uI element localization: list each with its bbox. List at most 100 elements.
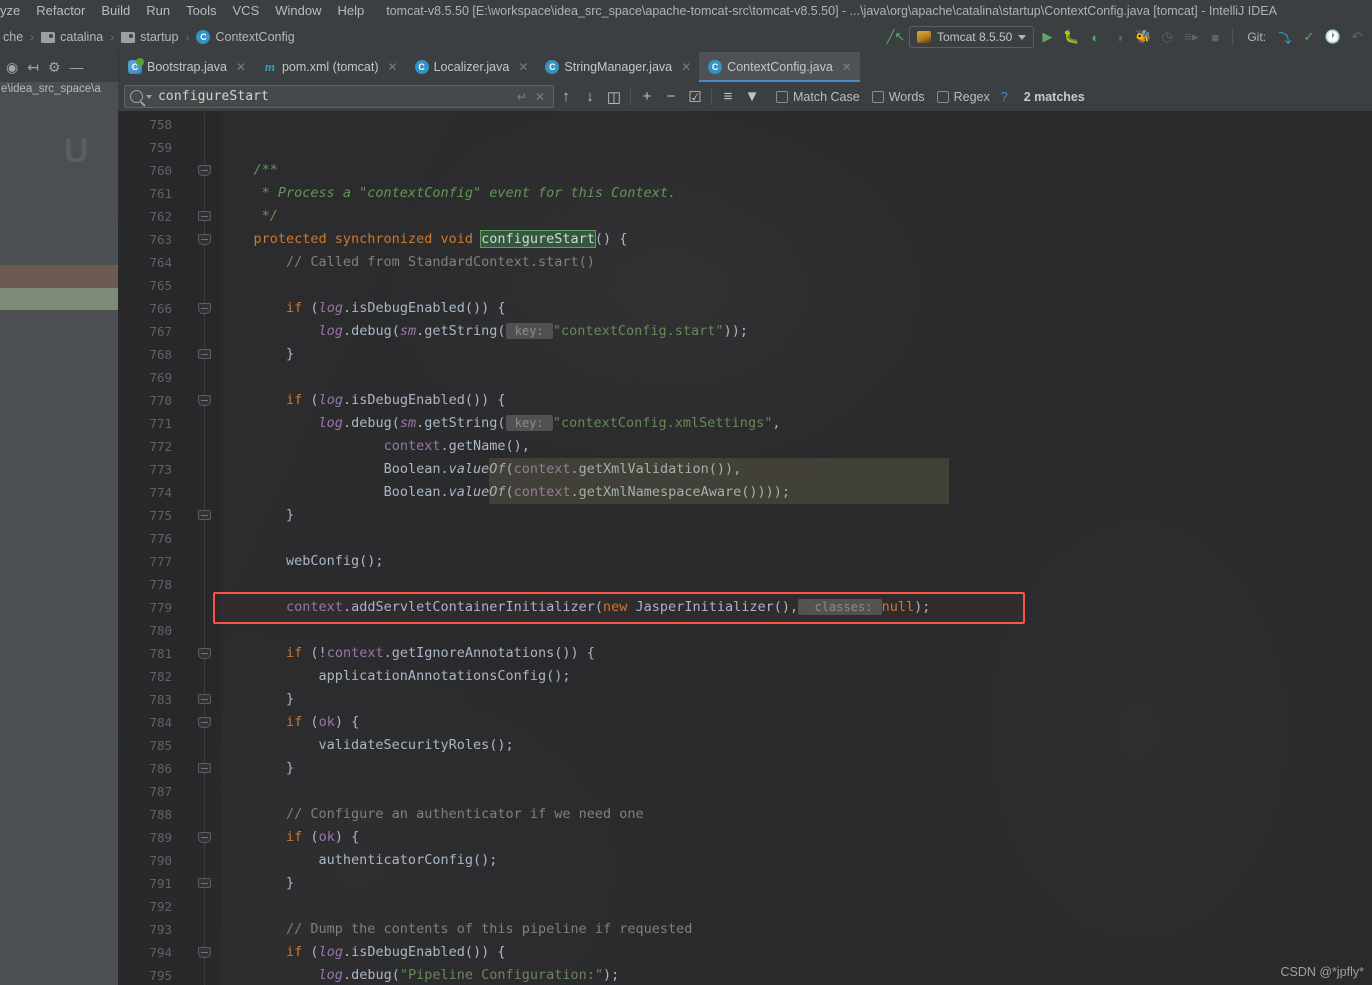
locate-target-icon[interactable]: ◉ — [6, 59, 18, 76]
multiline-toggle-icon[interactable]: ↵ — [513, 90, 531, 104]
code-line[interactable]: if (log.isDebugEnabled()) { — [221, 297, 505, 320]
in-selection-icon[interactable]: ≡ — [716, 88, 740, 105]
fold-collapse-icon[interactable] — [198, 763, 211, 773]
search-input-value[interactable]: configureStart — [158, 89, 513, 104]
fold-collapse-icon[interactable] — [198, 878, 211, 888]
fold-expand-icon[interactable] — [198, 648, 211, 659]
menu-item-window[interactable]: Window — [267, 0, 329, 22]
breadcrumb-item-catalina[interactable]: catalina — [38, 30, 106, 44]
code-line[interactable]: if (!context.getIgnoreAnnotations()) { — [221, 642, 595, 665]
git-history-icon[interactable]: 🕐 — [1322, 26, 1344, 48]
menu-item-run[interactable]: Run — [138, 0, 178, 22]
code-line[interactable]: } — [221, 343, 294, 366]
close-icon[interactable]: ✕ — [842, 60, 852, 74]
code-line[interactable]: } — [221, 504, 294, 527]
regex-checkbox[interactable] — [936, 90, 949, 103]
menu-item-vcs[interactable]: VCS — [225, 0, 268, 22]
tab-bootstrap-java[interactable]: C Bootstrap.java ✕ — [119, 52, 254, 82]
code-line[interactable]: context.getName(), — [221, 435, 530, 458]
fold-collapse-icon[interactable] — [198, 349, 211, 359]
search-input[interactable]: configureStart ↵ ✕ — [124, 85, 554, 108]
fold-expand-icon[interactable] — [198, 947, 211, 958]
code-line[interactable]: protected synchronized void configureSta… — [221, 228, 627, 251]
code-line[interactable]: } — [221, 688, 294, 711]
menu-item-tools[interactable]: Tools — [178, 0, 224, 22]
project-tree-highlight-row-b[interactable] — [0, 288, 118, 310]
code-line[interactable]: context.addServletContainerInitializer(n… — [221, 596, 930, 619]
regex-option[interactable]: Regex ? — [936, 90, 1008, 104]
git-commit-icon[interactable]: ✓ — [1298, 26, 1320, 48]
close-icon[interactable]: ✕ — [518, 60, 528, 74]
build-hammer-icon[interactable]: ╱↖ — [885, 26, 907, 48]
fold-expand-icon[interactable] — [198, 303, 211, 314]
close-icon[interactable]: ✕ — [236, 60, 246, 74]
fold-collapse-icon[interactable] — [198, 211, 211, 221]
match-case-option[interactable]: Match Case — [776, 90, 860, 104]
close-icon[interactable]: ✕ — [388, 60, 398, 74]
code-editor[interactable]: 758 759 760 761 762 763 764 765 766 767 768 769 770 7… — [118, 111, 1372, 985]
fold-collapse-icon[interactable] — [198, 694, 211, 704]
tab-contextconfig-java[interactable]: C ContextConfig.java ✕ — [699, 52, 860, 82]
remove-line-icon[interactable]: − — [659, 88, 683, 105]
words-option[interactable]: Words — [871, 90, 925, 104]
code-line[interactable]: if (ok) { — [221, 826, 359, 849]
select-all-occurrences-icon[interactable]: ◫ — [602, 88, 626, 106]
menu-item-help[interactable]: Help — [330, 0, 373, 22]
run-with-coverage-icon[interactable]: ◐ — [1084, 26, 1106, 48]
collapse-all-icon[interactable]: ↤ — [27, 59, 39, 76]
menu-item-analyze[interactable]: yze — [0, 0, 28, 22]
tab-localizer-java[interactable]: C Localizer.java ✕ — [406, 52, 537, 82]
debug-icon[interactable]: 🐛 — [1060, 26, 1082, 48]
project-tool-window[interactable]: e\idea_src_space\a U — [0, 82, 118, 985]
git-update-icon[interactable]: ⤵ — [1274, 26, 1296, 48]
code-line[interactable]: log.debug(sm.getString( key: "contextCon… — [221, 320, 748, 343]
menu-item-build[interactable]: Build — [93, 0, 138, 22]
breadcrumb-item-apache[interactable]: che — [0, 30, 26, 44]
editor-gutter[interactable]: 758 759 760 761 762 763 764 765 766 767 768 769 770 7… — [118, 111, 221, 985]
find-previous-icon[interactable]: ↑ — [554, 88, 578, 105]
project-tree-highlight-row-a[interactable] — [0, 265, 118, 288]
code-line[interactable]: /** — [221, 159, 278, 182]
code-line[interactable]: if (log.isDebugEnabled()) { — [221, 941, 505, 964]
regex-help-icon[interactable]: ? — [1001, 90, 1008, 104]
code-line[interactable]: if (log.isDebugEnabled()) { — [221, 389, 505, 412]
code-line[interactable]: } — [221, 872, 294, 895]
breadcrumb-item-startup[interactable]: startup — [118, 30, 181, 44]
menu-item-refactor[interactable]: Refactor — [28, 0, 93, 22]
code-line[interactable]: authenticatorConfig(); — [221, 849, 498, 872]
add-line-icon[interactable]: + — [635, 88, 659, 105]
gear-icon[interactable]: ⚙ — [48, 59, 61, 76]
fold-expand-icon[interactable] — [198, 717, 211, 728]
code-line[interactable]: */ — [221, 205, 278, 228]
words-checkbox[interactable] — [871, 90, 884, 103]
code-line[interactable]: log.debug(sm.getString( key: "contextCon… — [221, 412, 780, 435]
code-line[interactable]: } — [221, 757, 294, 780]
fold-collapse-icon[interactable] — [198, 510, 211, 520]
search-history-chevron-icon[interactable] — [146, 94, 152, 99]
fold-expand-icon[interactable] — [198, 165, 211, 176]
close-icon[interactable]: ✕ — [681, 60, 691, 74]
fold-expand-icon[interactable] — [198, 832, 211, 843]
find-next-icon[interactable]: ↓ — [578, 88, 602, 105]
hide-panel-icon[interactable]: — — [70, 59, 84, 75]
breadcrumb-item-contextconfig[interactable]: C ContextConfig — [193, 30, 297, 44]
fold-expand-icon[interactable] — [198, 234, 211, 245]
match-case-checkbox[interactable] — [776, 90, 788, 103]
run-icon[interactable]: ▶ — [1036, 26, 1058, 48]
fold-expand-icon[interactable] — [198, 395, 211, 406]
tab-pom-xml[interactable]: m pom.xml (tomcat) ✕ — [254, 52, 406, 82]
code-line[interactable]: applicationAnnotationsConfig(); — [221, 665, 571, 688]
code-line[interactable]: * Process a "contextConfig" event for th… — [221, 182, 677, 205]
toggle-selection-icon[interactable]: ☑ — [683, 88, 707, 106]
code-line[interactable]: // Dump the contents of this pipeline if… — [221, 918, 692, 941]
filter-icon[interactable]: ▼ — [740, 88, 764, 105]
code-line[interactable]: // Configure an authenticator if we need… — [221, 803, 644, 826]
run-configuration-selector[interactable]: Tomcat 8.5.50 — [908, 26, 1035, 48]
code-line[interactable]: log.debug("Pipeline Configuration:"); — [221, 964, 620, 985]
tab-stringmanager-java[interactable]: C StringManager.java ✕ — [536, 52, 699, 82]
code-line[interactable]: validateSecurityRoles(); — [221, 734, 514, 757]
clear-icon[interactable]: ✕ — [531, 90, 549, 104]
code-line[interactable]: webConfig(); — [221, 550, 384, 573]
code-content[interactable]: /** * Process a "contextConfig" event fo… — [221, 111, 1372, 985]
code-line[interactable]: // Called from StandardContext.start() — [221, 251, 595, 274]
